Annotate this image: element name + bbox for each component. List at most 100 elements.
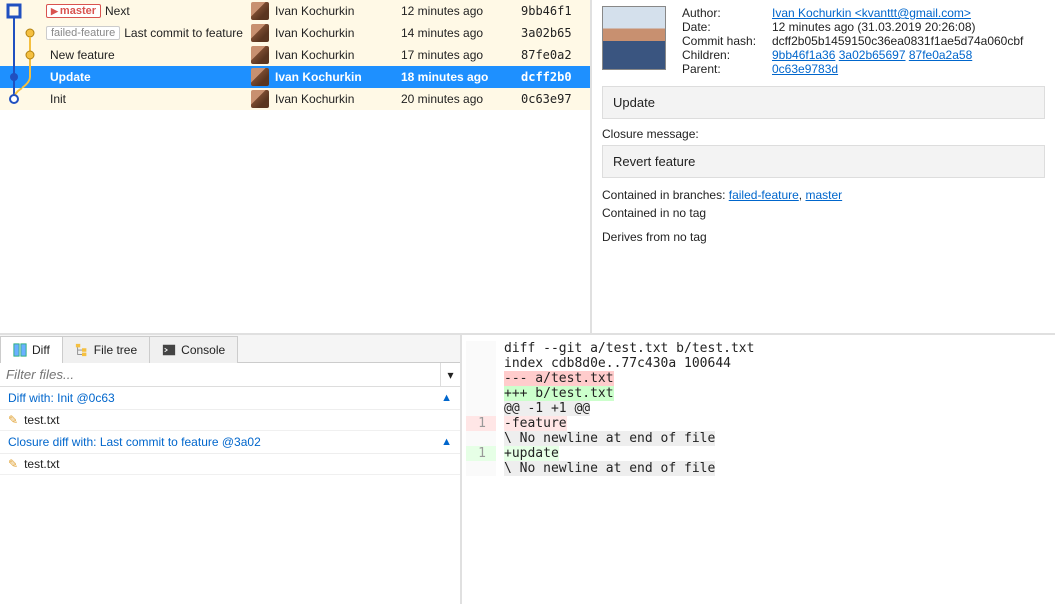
diff-line: 1-feature (466, 416, 1051, 431)
derives-text: Derives from no tag (602, 228, 1045, 246)
diff-text: +++ b/test.txt (496, 386, 614, 401)
edit-icon: ✎ (8, 413, 18, 427)
child-link[interactable]: 9bb46f1a36 (772, 48, 835, 62)
tab-file-tree[interactable]: File tree (62, 336, 150, 363)
children-links: 9bb46f1a36 3a02b65697 87fe0a2a58 (772, 48, 972, 62)
commit-hash: dcff2b05b1459150c36ea0831f1ae5d74a060cbf (772, 34, 1023, 48)
commit-author: Ivan Kochurkin (271, 26, 401, 40)
commit-date: 18 minutes ago (401, 70, 521, 84)
file-item[interactable]: ✎ test.txt (0, 410, 460, 431)
diff-line: --- a/test.txt (466, 371, 1051, 386)
avatar-mini (249, 22, 271, 44)
no-tag-text: Contained in no tag (602, 206, 706, 220)
branch-link[interactable]: failed-feature (729, 188, 799, 202)
diff-section-header[interactable]: Diff with: Init @0c63▲ (0, 387, 460, 410)
tab-diff[interactable]: Diff (0, 336, 63, 363)
commit-author: Ivan Kochurkin (271, 4, 401, 18)
commit-row[interactable]: InitIvan Kochurkin20 minutes ago0c63e97 (0, 88, 590, 110)
author-link[interactable]: Ivan Kochurkin <kvanttt@gmail.com> (772, 6, 971, 20)
commit-list: masterNextIvan Kochurkin12 minutes ago9b… (0, 0, 590, 333)
diff-text: +update (496, 446, 559, 461)
avatar-mini (249, 66, 271, 88)
file-name: test.txt (24, 457, 59, 471)
diff-line: +++ b/test.txt (466, 386, 1051, 401)
diff-text: index cdb8d0e..77c430a 100644 (496, 356, 731, 371)
commit-message-box: Update (602, 86, 1045, 119)
diff-line: @@ -1 +1 @@ (466, 401, 1051, 416)
avatar (602, 6, 666, 70)
tree-icon (75, 343, 89, 357)
commit-date: 12 minutes ago (31.03.2019 20:26:08) (772, 20, 975, 34)
chevron-up-icon: ▲ (441, 436, 452, 448)
diff-view: diff --git a/test.txt b/test.txtindex cd… (462, 335, 1055, 604)
commit-author: Ivan Kochurkin (271, 92, 401, 106)
commit-date: 12 minutes ago (401, 4, 521, 18)
graph-cell (0, 0, 44, 22)
diff-text: @@ -1 +1 @@ (496, 401, 590, 416)
graph-cell (0, 66, 44, 88)
console-icon (162, 343, 176, 357)
diff-gutter (466, 356, 496, 371)
avatar-mini (249, 88, 271, 110)
diff-line: \ No newline at end of file (466, 431, 1051, 446)
avatar-mini (249, 0, 271, 22)
commit-author: Ivan Kochurkin (271, 70, 401, 84)
contained-branches-label: Contained in branches: (602, 188, 729, 202)
diff-text: -feature (496, 416, 567, 431)
tab-diff-label: Diff (32, 343, 50, 357)
commit-row[interactable]: master Next Ivan Kochurkin12 minutes ago9b… (0, 0, 590, 22)
label-hash: Commit hash: (682, 34, 772, 48)
diff-gutter: 1 (466, 416, 496, 431)
diff-gutter: 1 (466, 446, 496, 461)
label-children: Children: (682, 48, 772, 62)
ref-failed-feature[interactable]: failed-feature (46, 26, 120, 40)
commit-date: 17 minutes ago (401, 48, 521, 62)
commit-short-hash: 9bb46f1 (521, 4, 581, 18)
diff-line: 1+update (466, 446, 1051, 461)
filter-dropdown[interactable]: ▾ (440, 363, 460, 386)
diff-gutter (466, 431, 496, 446)
diff-line: diff --git a/test.txt b/test.txt (466, 341, 1051, 356)
avatar-mini (249, 44, 271, 66)
section-title: Closure diff with: Last commit to featur… (8, 435, 261, 449)
diff-section-header[interactable]: Closure diff with: Last commit to featur… (0, 431, 460, 454)
commit-date: 14 minutes ago (401, 26, 521, 40)
diff-gutter (466, 341, 496, 356)
diff-icon (13, 343, 27, 357)
label-date: Date: (682, 20, 772, 34)
commit-msg: Next (105, 4, 130, 18)
commit-row[interactable]: New feature Ivan Kochurkin17 minutes ago8… (0, 44, 590, 66)
diff-gutter (466, 386, 496, 401)
commit-short-hash: 87fe0a2 (521, 48, 581, 62)
closure-label: Closure message: (602, 127, 1045, 141)
diff-gutter (466, 401, 496, 416)
diff-text: --- a/test.txt (496, 371, 614, 386)
diff-line: \ No newline at end of file (466, 461, 1051, 476)
commit-msg: Init (50, 92, 66, 106)
commit-msg: New feature (50, 48, 115, 62)
commit-msg: Update (50, 70, 91, 84)
parent-link[interactable]: 0c63e9783d (772, 62, 838, 76)
label-parent: Parent: (682, 62, 772, 76)
child-link[interactable]: 87fe0a2a58 (909, 48, 972, 62)
commit-msg: Last commit to feature (124, 26, 243, 40)
commit-meta: Author:Ivan Kochurkin <kvanttt@gmail.com… (682, 6, 1023, 76)
commit-row[interactable]: failed-feature Last commit to feature Ivan… (0, 22, 590, 44)
graph-cell (0, 22, 44, 44)
file-name: test.txt (24, 413, 59, 427)
edit-icon: ✎ (8, 457, 18, 471)
branch-link[interactable]: master (805, 188, 842, 202)
diff-text: \ No newline at end of file (496, 461, 715, 476)
commit-row[interactable]: Update Ivan Kochurkin18 minutes agodcff2b… (0, 66, 590, 88)
commit-short-hash: dcff2b0 (521, 70, 581, 84)
file-item[interactable]: ✎ test.txt (0, 454, 460, 475)
tab-tree-label: File tree (94, 343, 137, 357)
tab-console[interactable]: Console (149, 336, 238, 363)
ref-master[interactable]: master (46, 4, 101, 18)
bottom-tabs: Diff File tree Console (0, 335, 460, 363)
chevron-up-icon: ▲ (441, 392, 452, 404)
filter-input[interactable] (0, 363, 440, 386)
child-link[interactable]: 3a02b65697 (839, 48, 906, 62)
commit-author: Ivan Kochurkin (271, 48, 401, 62)
commit-short-hash: 3a02b65 (521, 26, 581, 40)
